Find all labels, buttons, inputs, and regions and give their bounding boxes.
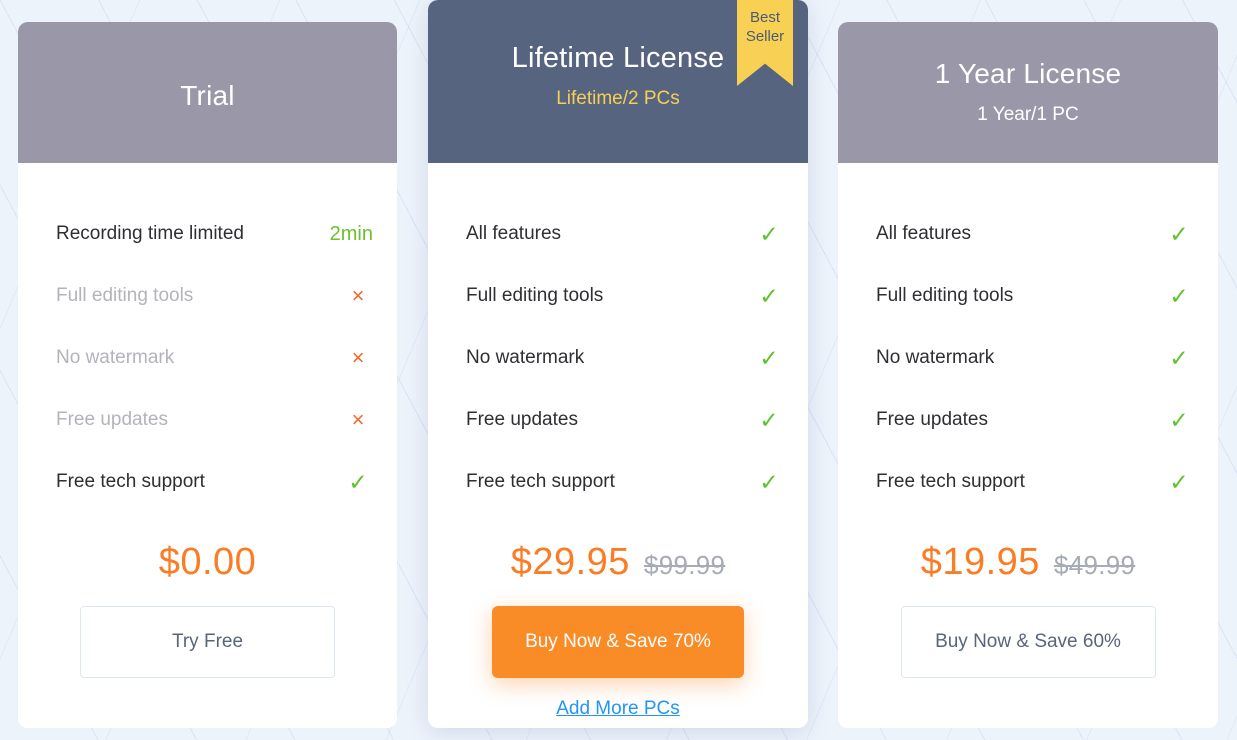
feature-label: No watermark xyxy=(56,347,175,368)
feature-label: Full editing tools xyxy=(56,285,194,306)
pricing-card-lifetime: Lifetime License Lifetime/2 PCs All feat… xyxy=(428,0,808,728)
card-inner: Trial Recording time limited 2min Full e… xyxy=(18,22,397,728)
feature-row: Full editing tools × xyxy=(56,265,373,327)
pricing-table: Trial Recording time limited 2min Full e… xyxy=(0,0,1237,740)
pricing-card-yearly: 1 Year License 1 Year/1 PC All features … xyxy=(838,22,1218,728)
check-icon: ✓ xyxy=(1169,282,1189,309)
check-icon: ✓ xyxy=(1169,468,1189,495)
cross-icon: × xyxy=(351,407,365,432)
card-inner: Lifetime License Lifetime/2 PCs All feat… xyxy=(428,0,808,728)
feature-list-yearly: All features ✓ Full editing tools ✓ No w… xyxy=(838,163,1218,513)
add-more-pcs-link[interactable]: Add More PCs xyxy=(556,698,680,719)
feature-row: No watermark × xyxy=(56,327,373,389)
price-original: $49.99 xyxy=(1053,550,1136,580)
feature-label: Free updates xyxy=(56,409,168,430)
feature-value-text: 2min xyxy=(329,223,373,245)
buy-now-button[interactable]: Buy Now & Save 60% xyxy=(900,606,1156,678)
try-free-button[interactable]: Try Free xyxy=(80,606,335,678)
feature-row: Free updates ✓ xyxy=(876,389,1194,451)
cta-link-wrap: Add More PCs xyxy=(428,698,808,720)
feature-label: All features xyxy=(466,223,562,244)
plan-title: Trial xyxy=(180,80,235,111)
check-icon: ✓ xyxy=(1169,220,1189,247)
badge-line-1: Best xyxy=(749,9,780,26)
feature-row: Recording time limited 2min xyxy=(56,203,373,265)
feature-row: Full editing tools ✓ xyxy=(466,265,784,327)
price-row: $0.00 xyxy=(18,541,397,584)
price-current: $0.00 xyxy=(158,541,257,583)
card-header-yearly: 1 Year License 1 Year/1 PC xyxy=(838,22,1218,163)
price-original: $99.99 xyxy=(643,550,726,580)
feature-label: All features xyxy=(876,223,972,244)
cross-icon: × xyxy=(351,345,365,370)
feature-label: Recording time limited xyxy=(56,223,244,244)
feature-row: No watermark ✓ xyxy=(876,327,1194,389)
feature-label: Full editing tools xyxy=(466,285,604,306)
check-icon: ✓ xyxy=(759,220,779,247)
feature-row: Full editing tools ✓ xyxy=(876,265,1194,327)
badge-line-2: Seller xyxy=(745,28,785,45)
feature-row: No watermark ✓ xyxy=(466,327,784,389)
price-current: $19.95 xyxy=(920,541,1040,583)
feature-label: Free tech support xyxy=(466,471,615,492)
feature-row: Free updates ✓ xyxy=(466,389,784,451)
feature-row: All features ✓ xyxy=(466,203,784,265)
cta-wrap: Try Free xyxy=(18,606,397,678)
check-icon: ✓ xyxy=(759,406,779,433)
pricing-card-trial: Trial Recording time limited 2min Full e… xyxy=(18,22,397,728)
card-inner: 1 Year License 1 Year/1 PC All features … xyxy=(838,22,1218,728)
feature-label: No watermark xyxy=(466,347,585,368)
card-header-trial: Trial xyxy=(18,22,397,163)
price-current: $29.95 xyxy=(510,541,630,583)
check-icon: ✓ xyxy=(1169,406,1189,433)
feature-list-lifetime: All features ✓ Full editing tools ✓ No w… xyxy=(428,163,808,513)
plan-subtitle: Lifetime/2 PCs xyxy=(556,88,680,109)
price-row: $19.95 $49.99 xyxy=(838,541,1218,584)
check-icon: ✓ xyxy=(759,468,779,495)
feature-label: Free tech support xyxy=(56,471,205,492)
feature-label: No watermark xyxy=(876,347,995,368)
plan-title: 1 Year License xyxy=(934,58,1122,89)
feature-label: Free updates xyxy=(466,409,578,430)
cross-icon: × xyxy=(351,283,365,308)
buy-now-button[interactable]: Buy Now & Save 70% xyxy=(492,606,744,678)
feature-row: Free tech support ✓ xyxy=(56,451,373,513)
feature-row: All features ✓ xyxy=(876,203,1194,265)
price-row: $29.95 $99.99 xyxy=(428,541,808,584)
feature-label: Free updates xyxy=(876,409,988,430)
check-icon: ✓ xyxy=(759,344,779,371)
check-icon: ✓ xyxy=(759,282,779,309)
feature-row: Free tech support ✓ xyxy=(466,451,784,513)
plan-subtitle: 1 Year/1 PC xyxy=(977,104,1079,125)
feature-list-trial: Recording time limited 2min Full editing… xyxy=(18,163,397,513)
feature-row: Free tech support ✓ xyxy=(876,451,1194,513)
check-icon: ✓ xyxy=(1169,344,1189,371)
feature-label: Free tech support xyxy=(876,471,1025,492)
check-icon: ✓ xyxy=(348,468,368,495)
feature-row: Free updates × xyxy=(56,389,373,451)
cta-wrap: Buy Now & Save 70% xyxy=(428,606,808,678)
cta-wrap: Buy Now & Save 60% xyxy=(838,606,1218,678)
feature-label: Full editing tools xyxy=(876,285,1014,306)
